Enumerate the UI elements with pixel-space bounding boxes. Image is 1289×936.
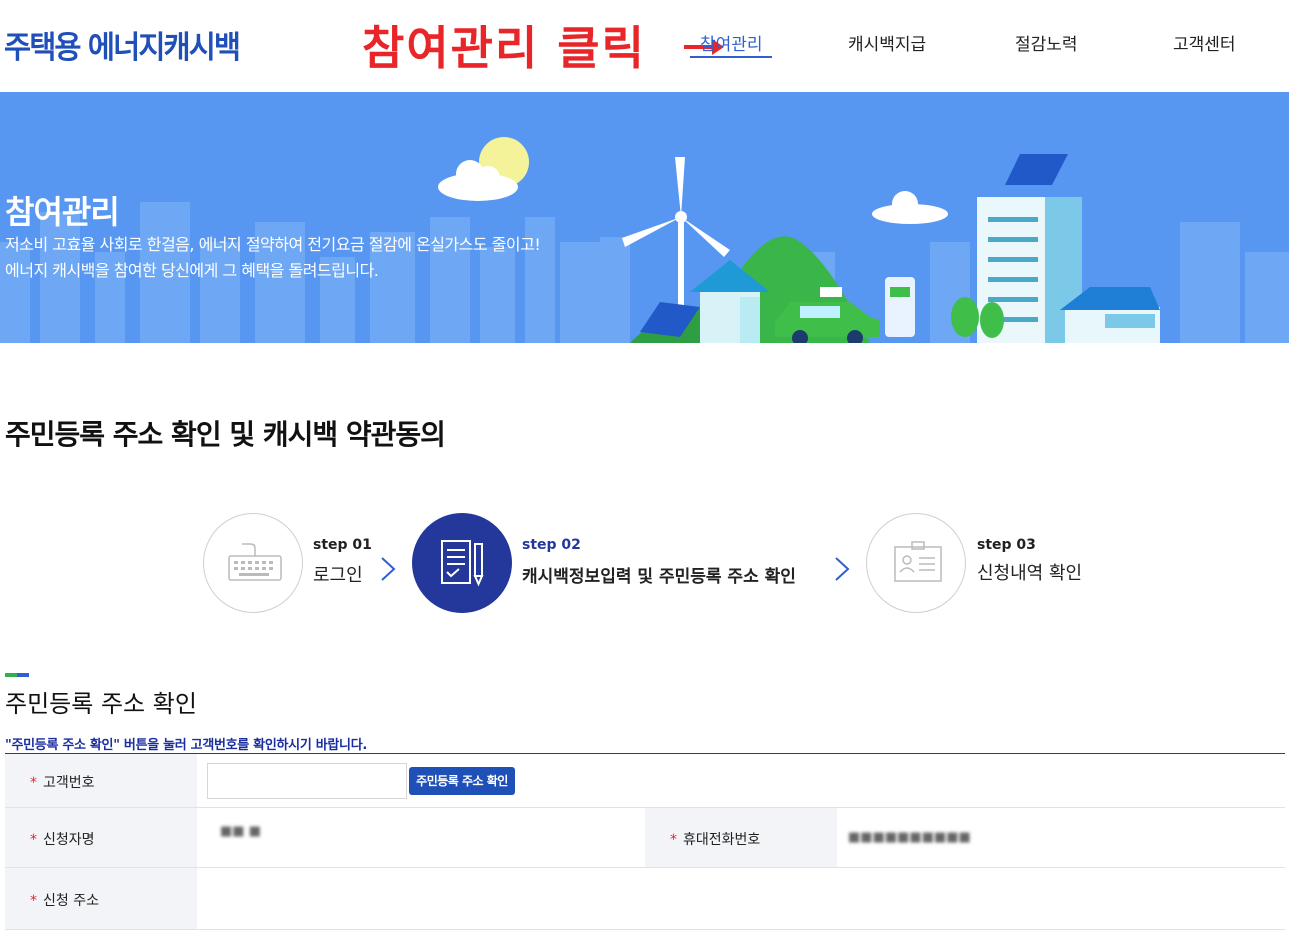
customer-no-label: * 고객번호: [30, 775, 95, 791]
step1-circle: [203, 513, 303, 613]
banner-desc-line2: 에너지 캐시백을 참여한 당신에게 그 혜택을 돌려드립니다.: [5, 261, 379, 280]
step3-number: step 03: [977, 537, 1036, 553]
step2-label: 캐시백정보입력 및 주민등록 주소 확인: [522, 567, 796, 587]
section-title: 주민등록 주소 확인: [5, 690, 197, 718]
page-title: 주민등록 주소 확인 및 캐시백 약관동의: [5, 418, 446, 451]
customer-no-input[interactable]: [207, 763, 407, 799]
site-logo[interactable]: 주택용 에너지캐시백: [4, 22, 241, 67]
hero-banner: 참여관리 저소비 고효율 사회로 한걸음, 에너지 절약하여 전기요금 절감에 …: [0, 92, 1289, 343]
step1-label: 로그인: [313, 565, 363, 586]
section-notice: "주민등록 주소 확인" 버튼을 눌러 고객번호를 확인하시기 바랍니다.: [5, 738, 367, 753]
nav-active-underline: [690, 56, 772, 58]
section-accent-bar: [5, 673, 29, 677]
id-card-icon: [894, 541, 942, 582]
chevron-right-icon: [835, 557, 850, 581]
phone-value: ■■■■■■■■■■: [848, 830, 971, 845]
applicant-label: * 신청자명: [30, 832, 95, 848]
applicant-value: ■■ ■: [220, 824, 261, 839]
site-header: 주택용 에너지캐시백 참여관리 클릭 참여관리 캐시백지급 절감노력 고객센터: [0, 0, 1289, 92]
chevron-right-icon: [381, 557, 396, 581]
address-label: * 신청 주소: [30, 893, 99, 909]
banner-desc-line1: 저소비 고효율 사회로 한걸음, 에너지 절약하여 전기요금 절감에 온실가스도…: [5, 235, 541, 254]
nav-customer-center[interactable]: 고객센터: [1173, 30, 1236, 55]
keyboard-icon: [228, 543, 282, 581]
step1-number: step 01: [313, 537, 372, 553]
form-top-border: [5, 753, 1285, 754]
address-confirm-button[interactable]: 주민등록 주소 확인: [409, 767, 515, 795]
nav-saving-effort[interactable]: 절감노력: [1015, 30, 1078, 55]
form-bottom-border: [5, 929, 1285, 930]
step2-circle: [412, 513, 512, 613]
step2-number: step 02: [522, 537, 581, 553]
banner-title: 참여관리: [5, 193, 120, 231]
city-illustration: [0, 137, 1289, 343]
annotation-text: 참여관리 클릭: [362, 21, 646, 75]
phone-label: * 휴대전화번호: [670, 832, 761, 848]
step3-label: 신청내역 확인: [977, 563, 1083, 584]
banner-description: 저소비 고효율 사회로 한걸음, 에너지 절약하여 전기요금 절감에 온실가스도…: [5, 232, 541, 284]
form-row-divider: [5, 867, 1285, 868]
document-edit-icon: [441, 540, 484, 587]
nav-participation[interactable]: 참여관리: [700, 30, 763, 55]
step3-circle: [866, 513, 966, 613]
nav-cashback-payment[interactable]: 캐시백지급: [848, 30, 926, 55]
